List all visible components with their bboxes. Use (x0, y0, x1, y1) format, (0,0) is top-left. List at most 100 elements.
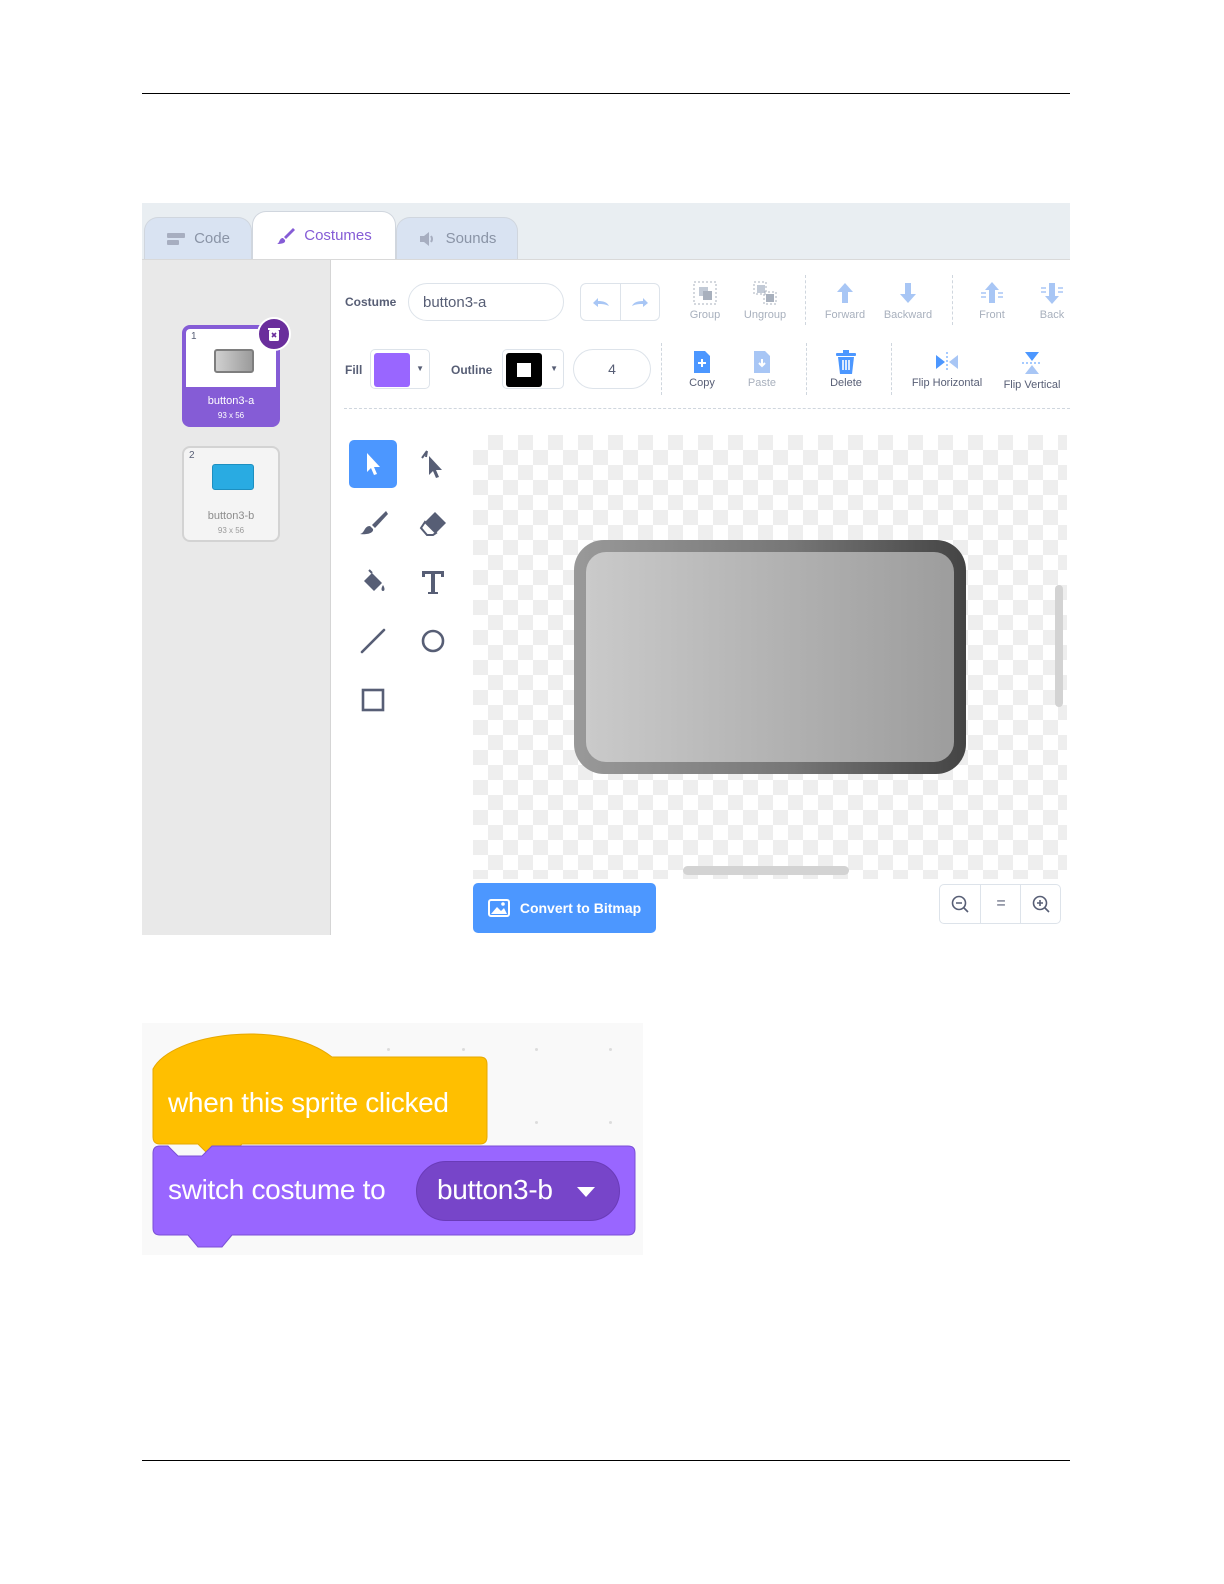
arrow-cursor-icon (367, 453, 380, 475)
backward-icon (900, 283, 916, 303)
backward-button[interactable]: Backward (873, 279, 943, 321)
undo-button[interactable] (581, 284, 620, 320)
copy-icon (694, 351, 710, 373)
fill-swatch (374, 353, 410, 387)
eraser-icon (419, 512, 446, 536)
back-icon (1041, 283, 1063, 304)
tab-code-label: Code (194, 230, 230, 247)
toolbar-separator (661, 343, 662, 395)
outline-swatch-center (517, 363, 531, 377)
tab-sounds-label: Sounds (445, 230, 497, 247)
copy-label: Copy (689, 377, 715, 389)
zoom-out-button[interactable] (940, 885, 980, 923)
looks-block-text: switch costume to (168, 1174, 386, 1205)
costume-size: 93 x 56 (217, 526, 245, 535)
rectangle-tool[interactable] (349, 676, 397, 724)
fill-tool[interactable] (349, 558, 397, 606)
toolbar-separator (952, 275, 953, 325)
costume-number: 2 (189, 450, 195, 461)
costume-size: 93 x 56 (217, 411, 245, 420)
tab-sounds[interactable]: Sounds (396, 217, 518, 259)
toolbar-separator (806, 343, 807, 395)
costume-item-2[interactable]: 2 button3-b 93 x 56 (182, 446, 280, 542)
zoom-reset-label: = (996, 895, 1006, 912)
flip-vertical-button[interactable]: Flip Vertical (997, 349, 1067, 391)
rectangle-icon (361, 688, 385, 712)
outline-color-picker[interactable]: ▼ (502, 349, 564, 389)
costume-editor-screenshot: Code Costumes Sounds 1 button3-a 93 x 56… (142, 203, 1070, 935)
trash-icon (268, 328, 280, 341)
undo-icon (592, 298, 609, 307)
ungroup-button[interactable]: Ungroup (730, 279, 800, 321)
delete-costume-button[interactable] (257, 317, 291, 351)
front-label: Front (979, 309, 1005, 321)
image-icon (487, 899, 510, 917)
button-shape[interactable] (574, 540, 966, 774)
forward-button[interactable]: Forward (810, 279, 880, 321)
flip-horizontal-button[interactable]: Flip Horizontal (907, 349, 987, 389)
code-blocks-screenshot: when this sprite clicked switch costume … (142, 1023, 643, 1255)
costume-number: 1 (191, 331, 197, 342)
costume-label: Costume (345, 295, 397, 309)
zoom-out-icon (951, 895, 969, 913)
text-icon (422, 571, 444, 594)
costume-dropdown[interactable]: button3-b (416, 1161, 620, 1221)
paint-canvas[interactable] (473, 435, 1067, 879)
zoom-in-icon (1032, 895, 1050, 913)
reshape-tool[interactable] (409, 440, 457, 488)
toolbar-separator (805, 275, 806, 325)
flip-horizontal-label: Flip Horizontal (911, 377, 983, 389)
paste-button[interactable]: Paste (727, 349, 797, 389)
undo-redo-group (580, 283, 660, 321)
circle-tool[interactable] (409, 617, 457, 665)
outline-width-input[interactable] (573, 349, 651, 389)
chevron-down-icon: ▼ (416, 364, 424, 373)
select-tool[interactable] (349, 440, 397, 488)
zoom-in-button[interactable] (1021, 885, 1061, 923)
redo-button[interactable] (621, 284, 659, 320)
forward-icon (837, 283, 853, 303)
page-footer-rule (142, 1460, 1070, 1461)
flip-horizontal-icon (936, 352, 958, 372)
zoom-controls: = (939, 884, 1061, 924)
costume-name: button3-a (207, 395, 255, 407)
chevron-down-icon (577, 1187, 595, 1197)
line-tool[interactable] (349, 617, 397, 665)
paintbrush-icon (277, 227, 296, 244)
paste-icon (754, 351, 770, 373)
ungroup-icon (753, 281, 777, 305)
brush-tool[interactable] (349, 499, 397, 547)
fill-color-picker[interactable]: ▼ (370, 349, 430, 389)
outline-swatch (506, 353, 542, 387)
flip-vertical-label: Flip Vertical (1003, 379, 1061, 391)
toolbar-divider (344, 408, 1070, 409)
paste-label: Paste (747, 377, 777, 389)
costume-list: 1 button3-a 93 x 56 2 button3-b 93 x 56 (142, 260, 331, 935)
tab-costumes[interactable]: Costumes (252, 211, 396, 259)
convert-to-bitmap-label: Convert to Bitmap (519, 900, 642, 916)
delete-button[interactable]: Delete (811, 349, 881, 389)
reshape-cursor-icon (421, 450, 442, 478)
tab-bar: Code Costumes Sounds (142, 203, 1070, 260)
redo-icon (632, 298, 648, 307)
convert-to-bitmap-button[interactable]: Convert to Bitmap (473, 883, 656, 933)
ungroup-label: Ungroup (743, 309, 787, 321)
delete-label: Delete (830, 377, 862, 389)
back-button[interactable]: Back (1017, 279, 1070, 321)
costume-name: button3-b (207, 510, 255, 522)
vertical-scrollbar[interactable] (1055, 585, 1063, 707)
circle-icon (421, 629, 445, 653)
eraser-tool[interactable] (409, 499, 457, 547)
tab-costumes-label: Costumes (304, 227, 372, 244)
chevron-down-icon: ▼ (550, 364, 558, 373)
text-tool[interactable] (409, 558, 457, 606)
group-label: Group (689, 309, 721, 321)
toolbar-separator (891, 343, 892, 395)
tab-code[interactable]: Code (144, 217, 252, 259)
horizontal-scrollbar[interactable] (683, 866, 849, 875)
outline-label: Outline (451, 363, 493, 377)
speaker-icon (419, 231, 433, 246)
costume-name-input[interactable] (408, 283, 564, 321)
backward-label: Backward (883, 309, 933, 321)
zoom-reset-button[interactable]: = (981, 885, 1021, 923)
